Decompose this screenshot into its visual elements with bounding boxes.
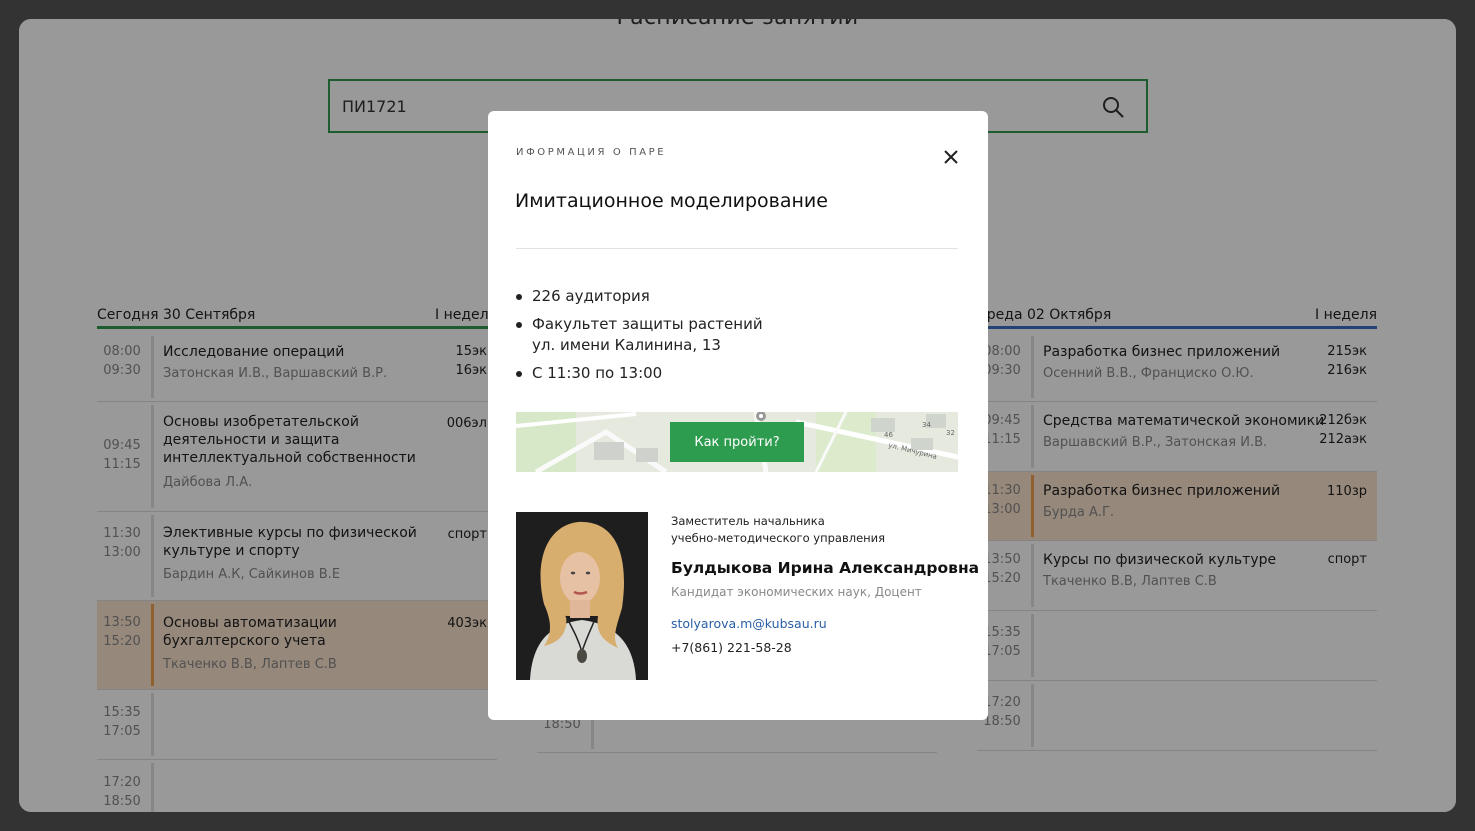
teacher-position: Заместитель начальника учебно-методическ… bbox=[671, 513, 885, 547]
map-number-34: 34 bbox=[922, 421, 931, 429]
teacher-phone[interactable]: +7(861) 221-58-28 bbox=[671, 640, 792, 655]
teacher-degree: Кандидат экономических наук, Доцент bbox=[671, 585, 922, 599]
detail-faculty: Факультет защиты растений bbox=[532, 315, 763, 333]
teacher-email-link[interactable]: stolyarova.m@kubsau.ru bbox=[671, 616, 827, 631]
map-preview[interactable]: 46 34 32 ул. Мичурина Как пройти? bbox=[516, 412, 958, 472]
divider bbox=[516, 248, 958, 249]
detail-location: Факультет защиты растений ул. имени Калин… bbox=[516, 314, 763, 356]
close-icon[interactable] bbox=[943, 149, 959, 165]
map-number-46: 46 bbox=[884, 431, 893, 439]
teacher-name: Булдыкова Ирина Александровна bbox=[671, 559, 980, 577]
modal-title: Имитационное моделирование bbox=[515, 190, 828, 212]
detail-address: ул. имени Калинина, 13 bbox=[532, 336, 721, 354]
lesson-info-modal: ИФОРМАЦИЯ О ПАРЕ Имитационное моделирова… bbox=[488, 111, 988, 720]
position-line-2: учебно-методического управления bbox=[671, 531, 886, 545]
lesson-details: 226 аудитория Факультет защиты растений у… bbox=[516, 286, 763, 391]
modal-eyebrow: ИФОРМАЦИЯ О ПАРЕ bbox=[516, 147, 667, 158]
map-number-32: 32 bbox=[946, 429, 955, 437]
detail-room: 226 аудитория bbox=[516, 286, 763, 307]
detail-time: С 11:30 по 13:00 bbox=[516, 363, 763, 384]
route-button[interactable]: Как пройти? bbox=[670, 422, 804, 462]
app-window: Расписание занятий Сегодня 30 Сентября I… bbox=[19, 19, 1456, 812]
position-line-1: Заместитель начальника bbox=[671, 514, 825, 528]
teacher-photo bbox=[516, 512, 648, 680]
